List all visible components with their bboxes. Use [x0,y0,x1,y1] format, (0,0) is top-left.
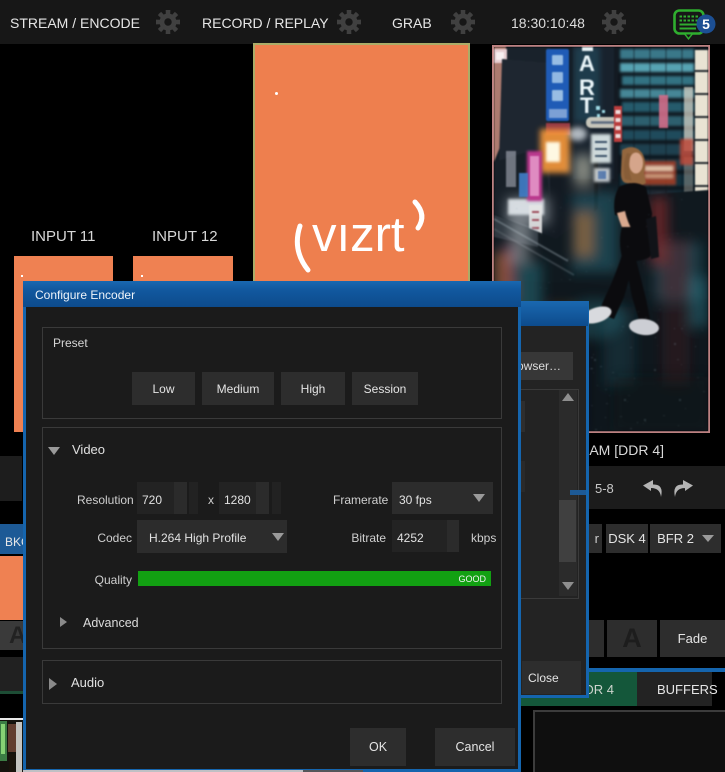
svg-text:5: 5 [702,16,710,32]
svg-text:vızrt: vızrt [312,208,405,262]
svg-text:T: T [580,93,594,118]
svg-text:A: A [579,51,595,76]
